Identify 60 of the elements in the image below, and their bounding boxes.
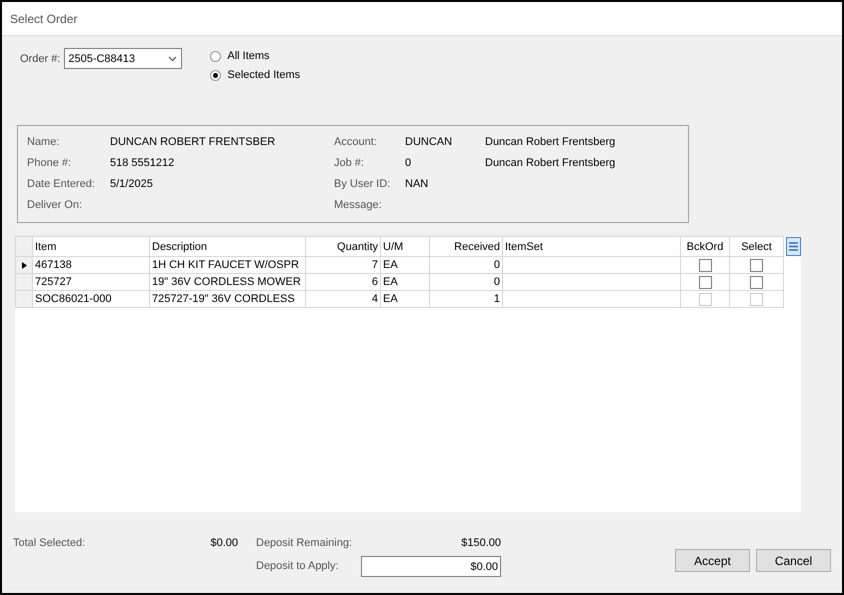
field-label: Date Entered:	[27, 178, 96, 190]
column-header[interactable]: U/M	[380, 236, 430, 256]
table-cell: 6	[306, 274, 380, 290]
table-cell: 4	[306, 290, 380, 308]
field-value: DUNCAN ROBERT FRENTSBER	[110, 136, 276, 148]
table-cell: 0	[430, 274, 502, 290]
table-cell: 725727	[32, 274, 150, 290]
column-header[interactable]: BckOrd	[680, 236, 730, 256]
field-label: Account:	[334, 136, 378, 148]
field-value: Duncan Robert Frentsberg	[485, 157, 616, 169]
table-cell: 467138	[32, 256, 150, 274]
field-value: 0	[405, 157, 412, 169]
deposit-remaining-value: $150.00	[460, 537, 501, 549]
table-cell: SOC86021-000	[32, 290, 150, 308]
field-label: Deliver On:	[27, 199, 84, 211]
column-header[interactable]: Received	[430, 236, 502, 256]
current-row-icon	[22, 262, 26, 268]
deposit-apply-label: Deposit to Apply:	[256, 560, 340, 572]
column-header[interactable]: Select	[730, 236, 784, 256]
column-header[interactable]: Item	[32, 236, 150, 256]
table-cell: EA	[380, 274, 430, 290]
column-header[interactable]: Description	[150, 236, 306, 256]
checkbox[interactable]	[698, 258, 712, 272]
field-label: Message:	[334, 199, 383, 211]
dialog-button[interactable]: Cancel	[756, 549, 831, 572]
row-header[interactable]	[16, 256, 32, 274]
table-cell: 725727-19" 36V CORDLESS	[150, 290, 306, 308]
window-title: Select Order	[10, 12, 78, 26]
deposit-remaining-label: Deposit Remaining:	[256, 537, 353, 549]
radio-option[interactable]: Selected Items	[210, 69, 300, 81]
total-selected-value: $0.00	[209, 537, 238, 551]
table-cell: 0	[430, 256, 502, 274]
dialog-button[interactable]: Accept	[675, 549, 750, 572]
field-label: Name:	[27, 136, 60, 148]
table-cell: EA	[380, 256, 430, 274]
field-value: 5/1/2025	[110, 178, 154, 190]
checkbox[interactable]	[750, 258, 763, 272]
order-label: Order #:	[20, 53, 60, 67]
checkbox[interactable]	[698, 276, 712, 288]
order-dropdown[interactable]: 2505-C88413	[64, 48, 182, 69]
radio-option[interactable]: All Items	[210, 50, 300, 62]
chevron-icon	[168, 56, 178, 62]
field-label: Job #:	[334, 157, 365, 169]
field-value: 518 5551212	[110, 157, 176, 169]
column-header[interactable]: ItemSet	[502, 236, 680, 256]
deposit-input[interactable]: $0.00	[361, 556, 501, 577]
table-cell: 1H CH KIT FAUCET W/OSPR	[150, 256, 306, 274]
total-selected-label: Total Selected:	[13, 537, 86, 551]
field-value: DUNCAN	[405, 136, 454, 148]
table-cell: 1	[430, 290, 502, 308]
table-cell: EA	[380, 290, 430, 308]
menu-icon[interactable]	[786, 237, 801, 256]
field-value: NAN	[405, 178, 430, 190]
table-cell: 7	[306, 256, 380, 274]
field-label: Phone #:	[27, 157, 72, 169]
field-value: Duncan Robert Frentsberg	[485, 136, 616, 148]
table-cell: 19" 36V CORDLESS MOWER	[150, 274, 306, 290]
checkbox[interactable]	[750, 276, 763, 288]
column-header[interactable]: Quantity	[306, 236, 380, 256]
field-label: By User ID:	[334, 178, 392, 190]
